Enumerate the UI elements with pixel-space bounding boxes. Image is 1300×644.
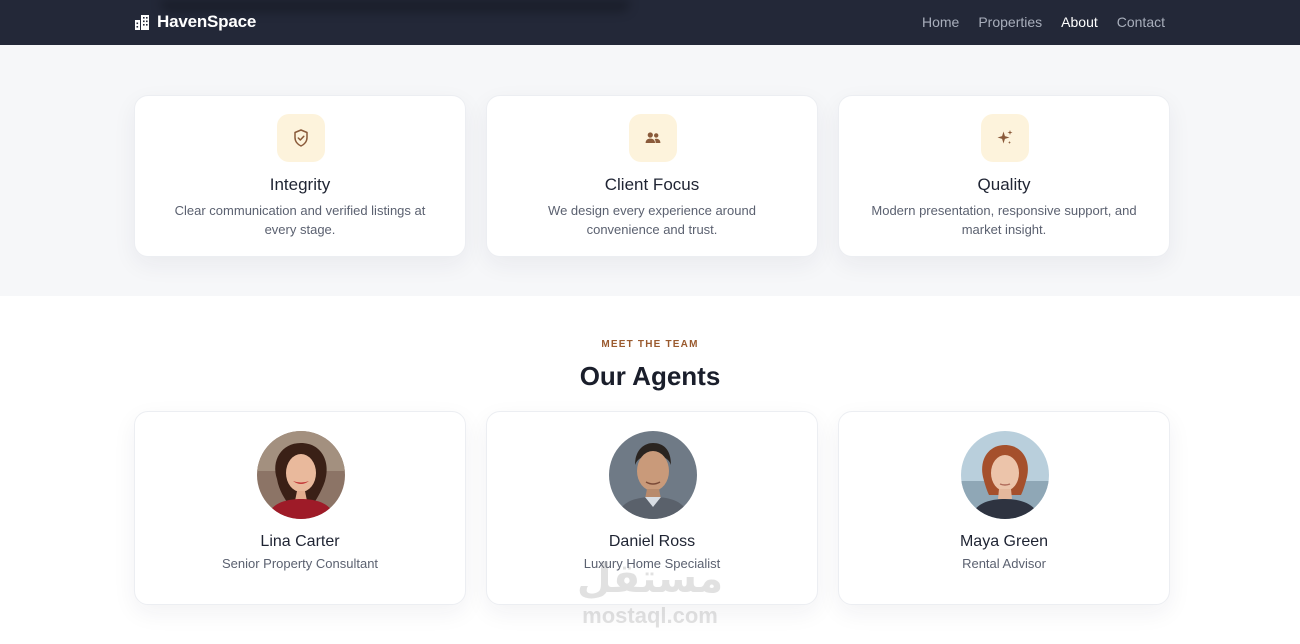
navbar: HavenSpace Home Properties About Contact [0, 0, 1300, 45]
agent-card-maya-green[interactable]: Maya Green Rental Advisor [838, 411, 1170, 605]
agent-name: Maya Green [959, 533, 1049, 550]
navbar-shadow [160, 0, 630, 12]
agent-name: Lina Carter [260, 533, 340, 550]
watermark-latin: mostaql.com [582, 603, 718, 628]
value-card-quality: Quality Modern presentation, responsive … [838, 95, 1170, 257]
agent-role: Rental Advisor [962, 556, 1046, 571]
value-card-integrity: Integrity Clear communication and verifi… [134, 95, 466, 257]
agent-role: Luxury Home Specialist [583, 556, 721, 571]
value-icon-badge [981, 114, 1029, 162]
value-title: Quality [977, 175, 1031, 194]
value-description: Modern presentation, responsive support,… [871, 203, 1137, 237]
agent-card-lina-carter[interactable]: Lina Carter Senior Property Consultant [134, 411, 466, 605]
avatar [257, 431, 345, 519]
value-icon-badge [629, 114, 677, 162]
agent-name: Daniel Ross [608, 533, 696, 550]
agent-role: Senior Property Consultant [221, 556, 379, 571]
agent-card-daniel-ross[interactable]: Daniel Ross Luxury Home Specialist [486, 411, 818, 605]
sparkle-icon [997, 130, 1013, 144]
value-description: We design every experience around conven… [548, 203, 756, 237]
agent-photo [609, 431, 697, 519]
brand-logo[interactable]: HavenSpace [134, 12, 256, 32]
value-description: Clear communication and verified listing… [174, 203, 426, 237]
value-icon-badge [277, 114, 325, 162]
nav-link-about[interactable]: About [1061, 14, 1098, 31]
nav-link-properties[interactable]: Properties [978, 14, 1042, 31]
avatar [961, 431, 1049, 519]
team-section-title: Our Agents [579, 361, 721, 391]
avatar [609, 431, 697, 519]
value-card-client-focus: Client Focus We design every experience … [486, 95, 818, 257]
agent-photo [961, 431, 1049, 519]
nav-link-contact[interactable]: Contact [1117, 14, 1165, 31]
value-title: Integrity [269, 175, 331, 194]
value-title: Client Focus [604, 175, 700, 194]
shield-check-icon [294, 129, 308, 147]
building-icon [135, 15, 149, 30]
agent-photo [257, 431, 345, 519]
values-section: Integrity Clear communication and verifi… [0, 45, 1300, 296]
nav-links: Home Properties About Contact [922, 14, 1165, 31]
nav-link-home[interactable]: Home [922, 14, 959, 31]
team-eyebrow: MEET THE TEAM [601, 339, 699, 350]
users-icon [645, 132, 661, 143]
brand-name: HavenSpace [157, 12, 257, 31]
